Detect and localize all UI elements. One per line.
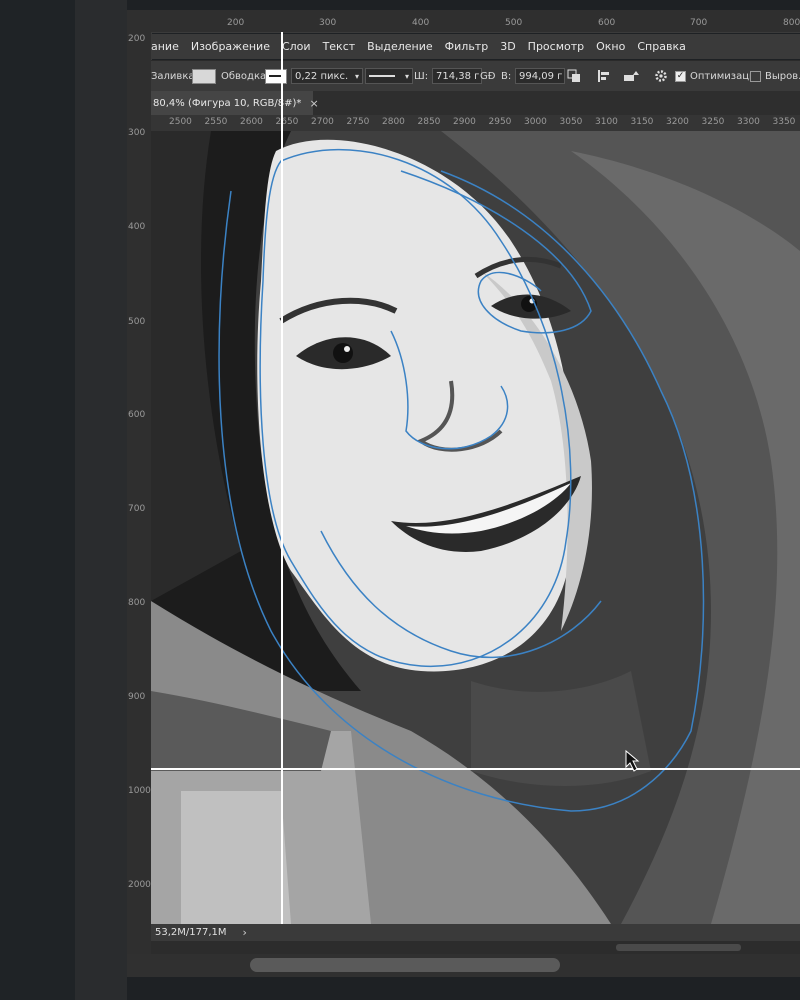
menu-item-view[interactable]: Просмотр — [528, 40, 584, 53]
outer-ruler-left-label: 1000 — [128, 786, 151, 796]
options-bar: Заливка: Обводка: 0,22 пикс. ▾ ▾ Ш: 714,… — [151, 60, 800, 91]
path-operations-icon[interactable] — [567, 69, 581, 83]
horizontal-guide[interactable] — [151, 768, 800, 770]
menu-item-select[interactable]: Выделение — [367, 40, 433, 53]
outer-ruler-top-label: 800 — [783, 18, 800, 28]
document-ruler-top: 2500 2550 2600 2650 2700 2750 2800 2850 2900 2950… — [151, 115, 800, 132]
doc-ruler-label: 3050 — [559, 117, 583, 127]
menu-item-filter[interactable]: Фильтр — [445, 40, 489, 53]
doc-ruler-label: 3300 — [737, 117, 760, 127]
status-menu-arrow[interactable]: › — [243, 926, 247, 939]
document-tab-title: 80,4% (Фигура 10, RGB/8#)* — [153, 97, 302, 109]
outer-ruler-top-label: 400 — [412, 18, 430, 28]
outer-ruler-left-label: 2000 — [128, 880, 151, 890]
height-value: 994,09 г — [519, 70, 563, 82]
path-arrange-icon[interactable] — [623, 69, 641, 83]
document-canvas[interactable] — [151, 131, 800, 924]
link-icon[interactable]: GÐ — [480, 61, 496, 91]
close-icon[interactable]: × — [309, 97, 318, 110]
doc-ruler-label: 2550 — [204, 117, 228, 127]
stroke-swatch[interactable] — [265, 68, 287, 84]
doc-ruler-label: 2750 — [346, 117, 370, 127]
outer-ruler-left-label: 600 — [128, 410, 146, 420]
outer-ruler-top: 200 300 400 500 600 700 800 — [127, 10, 800, 33]
doc-ruler-label: 3200 — [666, 117, 689, 127]
line-style-icon — [369, 75, 395, 77]
fill-label: Заливка: — [151, 70, 198, 82]
outer-ruler-left-label: 200 — [128, 34, 146, 44]
optimize-checkbox[interactable]: ✓ — [675, 70, 686, 82]
doc-ruler-label: 2500 — [169, 117, 192, 127]
height-field[interactable]: 994,09 г — [515, 68, 565, 84]
stroke-label: Обводка: — [221, 70, 270, 82]
doc-ruler-label: 2950 — [488, 117, 512, 127]
align-edges-label: Выров. к — [765, 70, 800, 82]
path-alignment-icon[interactable] — [597, 69, 611, 83]
align-edges-checkbox[interactable] — [750, 70, 761, 82]
left-gutter — [75, 0, 127, 1000]
outer-ruler-top-label: 600 — [598, 18, 616, 28]
chevron-down-icon: ▾ — [354, 71, 359, 81]
horizontal-scrollbar[interactable] — [151, 941, 800, 954]
document-tab[interactable]: 80,4% (Фигура 10, RGB/8#)* × — [151, 91, 319, 115]
doc-ruler-label: 3150 — [630, 117, 654, 127]
stroke-size-field[interactable]: 0,22 пикс. ▾ — [291, 68, 363, 84]
menu-item-layers[interactable]: Слои — [282, 40, 311, 53]
left-panel — [0, 0, 75, 1000]
outer-scrollbar[interactable] — [127, 954, 800, 977]
status-bar: 53,2M/177,1M › — [151, 924, 800, 941]
menu-bar: ание Изображение Слои Текст Выделение Фи… — [151, 34, 800, 59]
document-tab-bar: 80,4% (Фигура 10, RGB/8#)* × — [151, 91, 800, 115]
doc-ruler-label: 2650 — [275, 117, 299, 127]
height-label: В: — [501, 70, 512, 82]
outer-ruler-top-label: 300 — [319, 18, 337, 28]
doc-ruler-label: 2700 — [311, 117, 334, 127]
outer-ruler-top-label: 700 — [690, 18, 708, 28]
scroll-thumb[interactable] — [616, 944, 741, 951]
outer-ruler-top-label: 200 — [227, 18, 245, 28]
outer-ruler-left-label: 900 — [128, 692, 146, 702]
width-field[interactable]: 714,38 г — [432, 68, 482, 84]
outer-ruler-left: 200 300 400 500 600 700 800 900 1000 200… — [127, 32, 152, 977]
doc-ruler-label: 2600 — [240, 117, 263, 127]
doc-ruler-label: 3000 — [524, 117, 547, 127]
doc-size-status: 53,2M/177,1M — [155, 927, 227, 938]
vertical-guide-line — [281, 32, 283, 954]
portrait-image — [151, 131, 800, 924]
outer-ruler-left-label: 500 — [128, 317, 146, 327]
doc-ruler-label: 2900 — [453, 117, 476, 127]
chevron-down-icon: ▾ — [404, 71, 409, 81]
menu-item-type[interactable]: Текст — [323, 40, 356, 53]
doc-ruler-label: 2850 — [417, 117, 441, 127]
outer-ruler-left-label: 400 — [128, 222, 146, 232]
outer-ruler-left-label: 800 — [128, 598, 146, 608]
gear-icon[interactable] — [654, 69, 668, 83]
outer-ruler-left-label: 300 — [128, 128, 146, 138]
doc-ruler-label: 3250 — [701, 117, 725, 127]
outer-ruler-top-label: 500 — [505, 18, 523, 28]
outer-ruler-left-label: 700 — [128, 504, 146, 514]
fill-swatch[interactable] — [192, 68, 216, 84]
doc-ruler-label: 2800 — [382, 117, 405, 127]
menu-item[interactable]: ание — [151, 40, 179, 53]
width-value: 714,38 г — [436, 70, 480, 82]
doc-ruler-label: 3350 — [772, 117, 796, 127]
menu-item-window[interactable]: Окно — [596, 40, 625, 53]
stroke-size-value: 0,22 пикс. — [295, 70, 349, 82]
menu-item-image[interactable]: Изображение — [191, 40, 270, 53]
doc-ruler-label: 3100 — [595, 117, 618, 127]
width-label: Ш: — [414, 70, 429, 82]
menu-item-help[interactable]: Справка — [637, 40, 685, 53]
menu-item-3d[interactable]: 3D — [500, 40, 515, 53]
outer-scroll-thumb[interactable] — [250, 958, 560, 972]
stroke-type-dropdown[interactable]: ▾ — [365, 68, 413, 84]
